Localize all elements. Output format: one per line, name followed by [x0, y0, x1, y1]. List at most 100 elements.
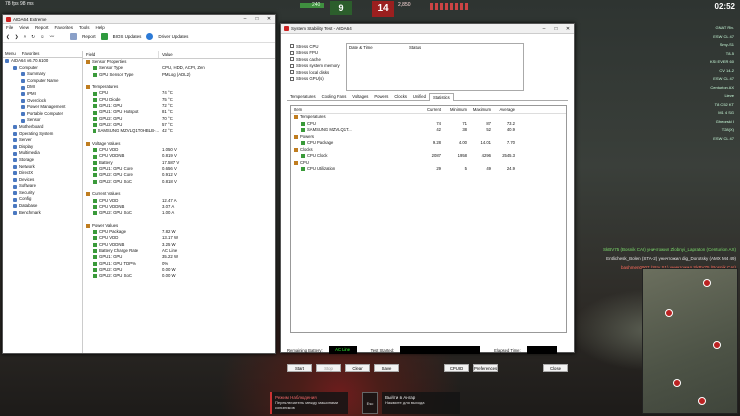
- tree-item-operating-system[interactable]: Operating System: [3, 131, 82, 138]
- refresh-button[interactable]: ↻: [31, 34, 35, 40]
- tree-item-power-management[interactable]: Power Management: [3, 104, 82, 111]
- tree-item-software[interactable]: Software: [3, 183, 82, 190]
- stat-row[interactable]: CPU Utilization 29 5 49 24.9: [291, 166, 566, 173]
- bios-updates-button[interactable]: BIOS Updates: [113, 34, 142, 39]
- cpuid-button[interactable]: CPUID: [444, 364, 469, 372]
- maximize-button[interactable]: □: [550, 26, 562, 32]
- stat-spacer: [359, 166, 419, 173]
- menu-help[interactable]: Help: [96, 25, 105, 30]
- checkbox[interactable]: [290, 70, 294, 75]
- log-column-date[interactable]: Date & Time: [347, 44, 407, 51]
- stress-option[interactable]: Stress system memory: [290, 63, 340, 70]
- minimize-button[interactable]: –: [239, 16, 251, 22]
- clear-button[interactable]: Clear: [345, 364, 370, 372]
- start-button[interactable]: Start: [287, 364, 312, 372]
- esc-key[interactable]: Esc: [362, 392, 378, 414]
- col-maximum[interactable]: Maximum: [467, 106, 491, 113]
- tree-node-icon: [21, 98, 25, 103]
- menu-report[interactable]: Report: [35, 25, 49, 30]
- tab-powers[interactable]: Powers: [371, 93, 391, 101]
- col-average[interactable]: Average: [491, 106, 515, 113]
- tree-item-portable-computer[interactable]: Portable Computer: [3, 111, 82, 118]
- test-log: Date & Time Status: [346, 43, 524, 91]
- tab-clocks[interactable]: Clocks: [391, 93, 410, 101]
- report-button[interactable]: Report: [82, 34, 96, 39]
- preferences-button[interactable]: Preferences: [473, 364, 498, 372]
- checkbox[interactable]: [290, 57, 294, 62]
- tree-item-devices[interactable]: Devices: [3, 177, 82, 184]
- tree-item-ipmi[interactable]: IPMI: [3, 91, 82, 98]
- checkbox[interactable]: [290, 44, 294, 49]
- tree-item-motherboard[interactable]: Motherboard: [3, 124, 82, 131]
- tree-item-display[interactable]: Display: [3, 144, 82, 151]
- tree-item-directx[interactable]: DirectX: [3, 170, 82, 177]
- tree-item-sensor[interactable]: Sensor: [3, 117, 82, 124]
- col-current[interactable]: Current: [419, 106, 441, 113]
- tree-item-label: Database: [19, 203, 38, 209]
- checkbox[interactable]: [290, 50, 294, 55]
- enemy-marker-icon: [698, 397, 706, 405]
- tree-item-network[interactable]: Network: [3, 164, 82, 171]
- chart-button[interactable]: 〰: [50, 34, 55, 40]
- checkbox[interactable]: [290, 63, 294, 68]
- tree-item-label: DirectX: [19, 170, 34, 176]
- tree-item-multimedia[interactable]: Multimedia: [3, 150, 82, 157]
- menu-tools[interactable]: Tools: [79, 25, 90, 30]
- tab-cooling-fans[interactable]: Cooling Fans: [319, 93, 350, 101]
- column-value[interactable]: Value: [159, 51, 173, 58]
- close-button[interactable]: ✕: [562, 26, 574, 32]
- minimap[interactable]: [642, 268, 738, 414]
- tree-item-dmi[interactable]: DMI: [3, 84, 82, 91]
- exit-hangar-card[interactable]: Выйти в Ангар Нажмите для выхода: [382, 392, 460, 414]
- minimize-button[interactable]: –: [538, 26, 550, 32]
- tree-node-icon: [13, 177, 17, 182]
- column-field[interactable]: Field: [83, 51, 159, 58]
- tree-item-computer-name[interactable]: Computer Name: [3, 78, 82, 85]
- user-button[interactable]: ☺: [40, 34, 45, 39]
- tree-item-server[interactable]: Server: [3, 137, 82, 144]
- tree-item-overclock[interactable]: Overclock: [3, 98, 82, 105]
- tree-item-computer[interactable]: Computer: [3, 65, 82, 72]
- sensor-icon: [93, 274, 97, 279]
- tree-item-storage[interactable]: Storage: [3, 157, 82, 164]
- menu-view[interactable]: View: [19, 25, 29, 30]
- back-button[interactable]: ❮: [6, 34, 10, 40]
- tree-node-icon: [21, 72, 25, 77]
- col-item[interactable]: Item: [291, 106, 359, 113]
- driver-updates-button[interactable]: Driver Updates: [158, 34, 188, 39]
- forward-button[interactable]: ❯: [15, 34, 19, 40]
- sensor-icon: [93, 167, 97, 172]
- tab-menu[interactable]: Menu: [5, 51, 16, 57]
- section-icon: [86, 223, 90, 228]
- stop-button[interactable]: Stop: [316, 364, 341, 372]
- tree-item-database[interactable]: Database: [3, 203, 82, 210]
- stress-option[interactable]: Stress GPU(s): [290, 76, 340, 83]
- tab-temperatures[interactable]: Temperatures: [287, 93, 319, 101]
- up-button[interactable]: ˄: [24, 34, 27, 39]
- stat-icon: [294, 115, 298, 120]
- kill-feed-entry: SkBV75 (Bosnik CAI) уничтожил Zlobnyi_La…: [602, 247, 736, 252]
- tree-item-summary[interactable]: Summary: [3, 71, 82, 78]
- sensor-value: PMLog (ADL2): [162, 71, 191, 77]
- player-list-item: Smy-S1: [719, 42, 734, 47]
- tab-voltages[interactable]: Voltages: [349, 93, 371, 101]
- close-button[interactable]: ✕: [263, 16, 275, 22]
- section-icon: [86, 192, 90, 197]
- tab-unified[interactable]: Unified: [410, 93, 429, 101]
- tree-item-security[interactable]: Security: [3, 190, 82, 197]
- save-button[interactable]: Save: [374, 364, 399, 372]
- tab-statistics[interactable]: Statistics: [428, 93, 454, 101]
- spectator-mode-card[interactable]: Режим Наблюдения Переключатель между маш…: [270, 392, 348, 414]
- col-minimum[interactable]: Minimum: [441, 106, 467, 113]
- enemy-player-list: GNAT Riv. ESW CL 47 Smy-S1 T8-5 KSI EVER 60 C…: [658, 24, 738, 143]
- menu-file[interactable]: File: [6, 25, 13, 30]
- tree-item-aida64-v6-70-6100[interactable]: AIDA64 v6.70.6100: [3, 58, 82, 65]
- tree-item-config[interactable]: Config: [3, 196, 82, 203]
- tree-item-benchmark[interactable]: Benchmark: [3, 210, 82, 217]
- maximize-button[interactable]: □: [251, 16, 263, 22]
- menu-favorites[interactable]: Favorites: [54, 25, 73, 30]
- checkbox[interactable]: [290, 76, 294, 81]
- log-column-status[interactable]: Status: [407, 44, 421, 51]
- close-window-button[interactable]: Close: [543, 364, 568, 372]
- tab-favorites[interactable]: Favorites: [22, 51, 40, 57]
